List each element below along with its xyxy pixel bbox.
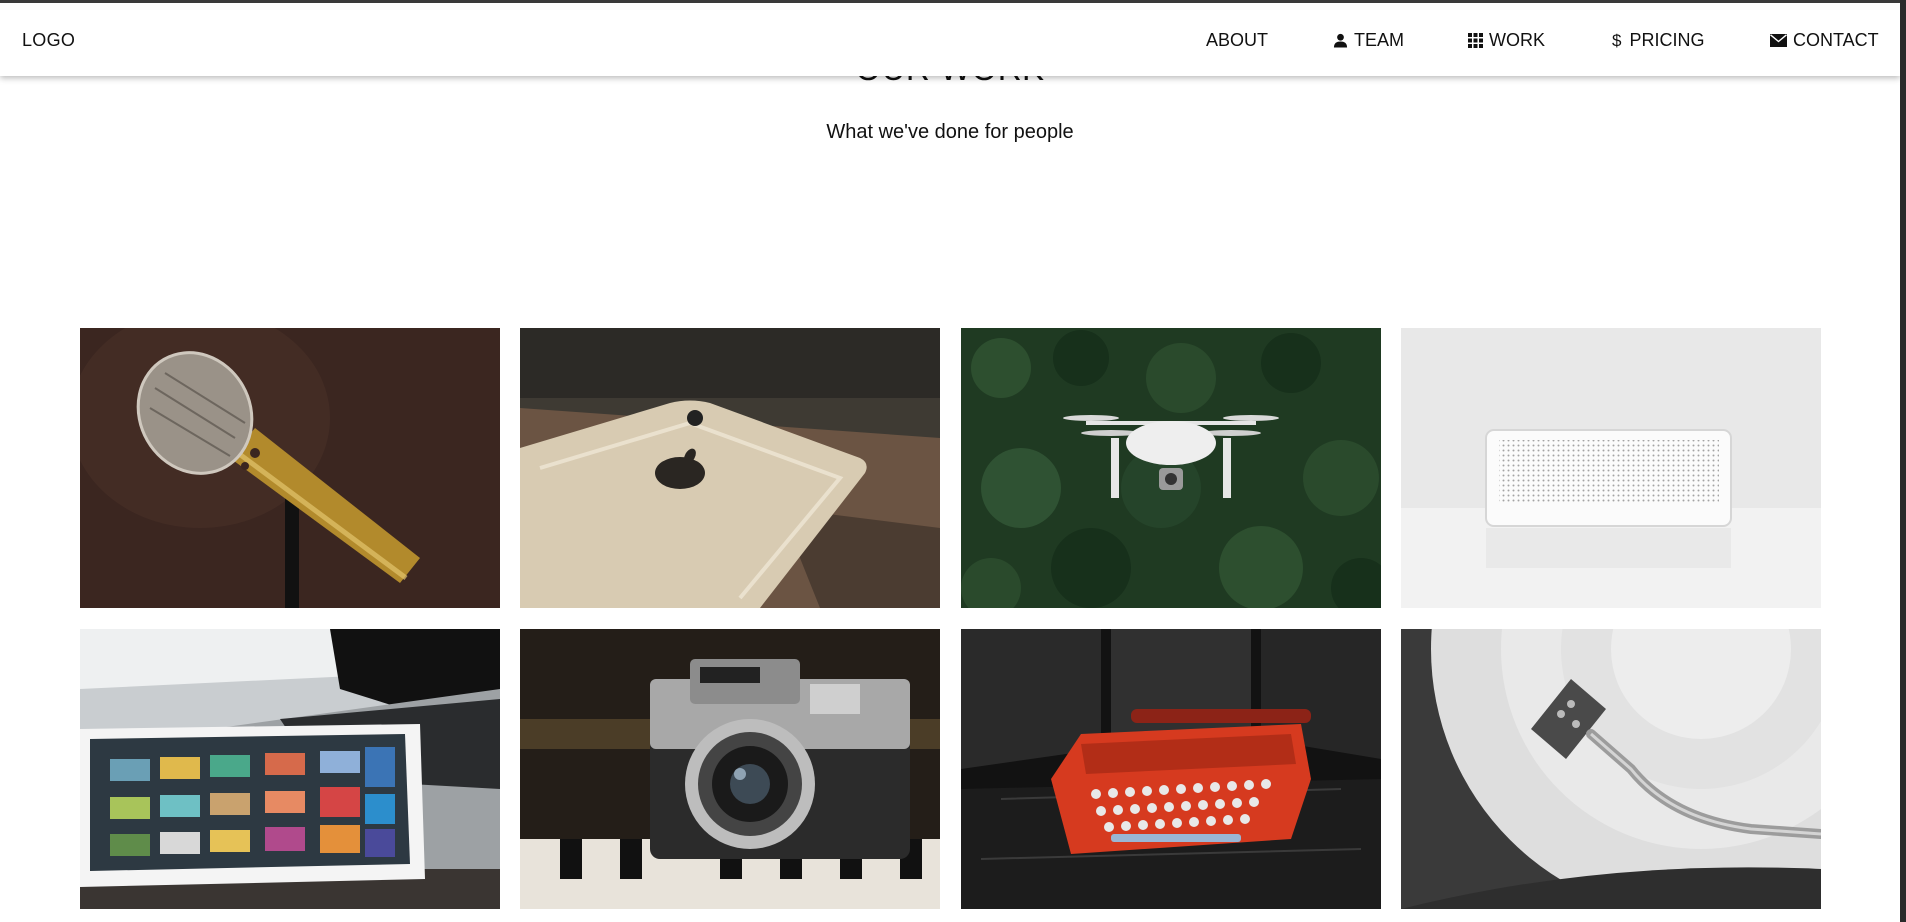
nav-item-label: WORK <box>1489 30 1545 50</box>
speaker-image <box>1401 328 1821 608</box>
nav-item-label: TEAM <box>1354 30 1405 50</box>
work-item-phone[interactable] <box>520 328 940 608</box>
phone-image <box>520 328 940 608</box>
nav-item-label: PRICING <box>1629 30 1705 50</box>
nav-item-label: CONTACT <box>1793 30 1879 50</box>
envelope-icon <box>1770 34 1787 47</box>
section-subtitle: What we've done for people <box>826 121 1074 143</box>
microphone-image <box>80 328 500 608</box>
nav-item-label: ABOUT <box>1206 30 1269 50</box>
work-item-tablet[interactable] <box>80 629 500 909</box>
turntable-image <box>1401 629 1821 909</box>
nav-item-contact[interactable]: CONTACT <box>1770 30 1879 51</box>
grid-icon <box>1468 33 1483 48</box>
user-icon <box>1333 33 1348 48</box>
camera-image <box>520 629 940 909</box>
work-item-microphone[interactable] <box>80 328 500 608</box>
work-item-turntable[interactable] <box>1401 629 1821 909</box>
scrollbar[interactable] <box>1900 0 1906 922</box>
work-item-drone[interactable] <box>961 328 1381 608</box>
tablet-image <box>80 629 500 909</box>
window-top-border <box>0 0 1906 3</box>
navbar: LOGO ABOUT TEAM WORK $ PRICING CONTACT <box>0 3 1900 76</box>
work-item-typewriter[interactable] <box>961 629 1381 909</box>
dollar-icon: $ <box>1612 30 1622 50</box>
work-item-speaker[interactable] <box>1401 328 1821 608</box>
nav-item-work[interactable]: WORK <box>1468 30 1545 51</box>
nav-item-team[interactable]: TEAM <box>1333 30 1404 51</box>
nav-item-about[interactable]: ABOUT <box>1206 30 1268 51</box>
nav-item-pricing[interactable]: $ PRICING <box>1612 30 1704 51</box>
drone-image <box>961 328 1381 608</box>
typewriter-image <box>961 629 1381 909</box>
logo[interactable]: LOGO <box>22 30 75 51</box>
work-item-camera[interactable] <box>520 629 940 909</box>
